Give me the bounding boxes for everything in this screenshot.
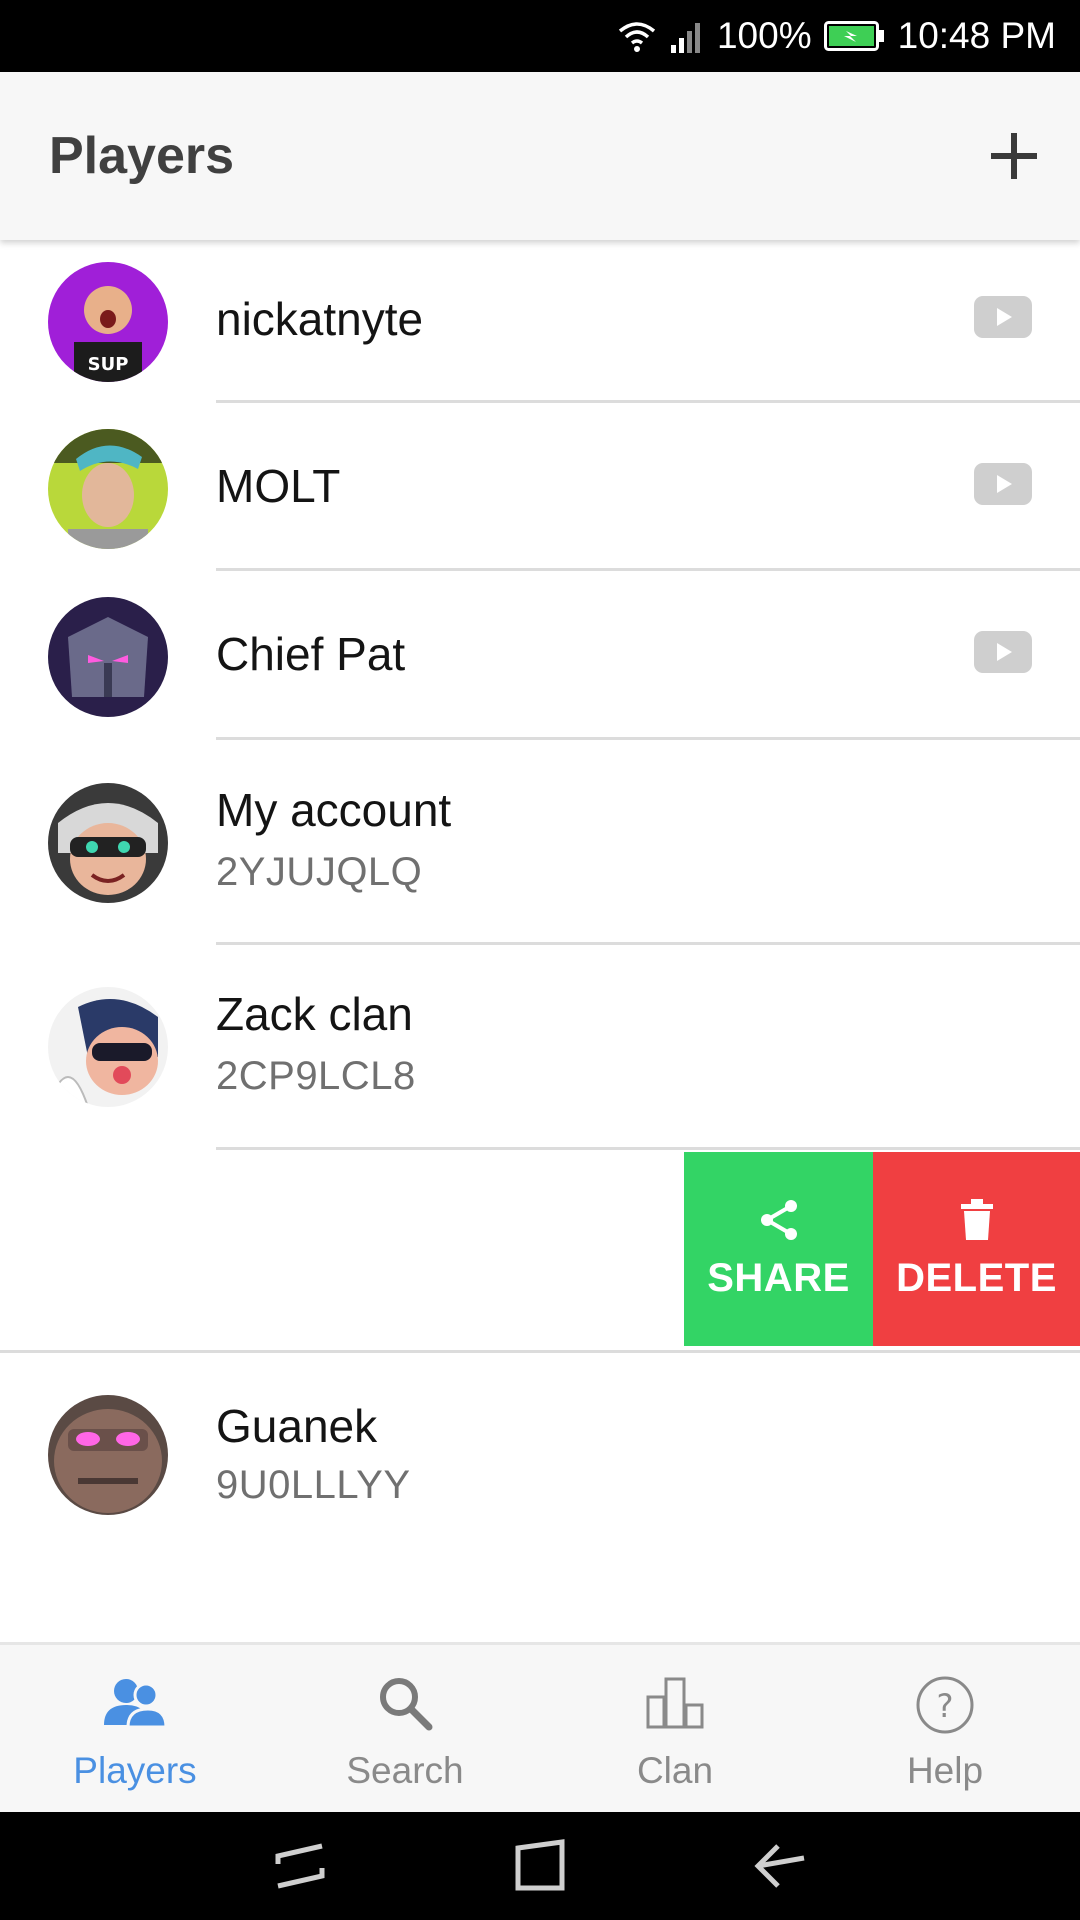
recent-apps-icon bbox=[275, 1843, 325, 1889]
tab-label: Search bbox=[346, 1750, 464, 1791]
svg-text:SUP: SUP bbox=[88, 354, 129, 375]
tab-clan[interactable]: Clan bbox=[540, 1645, 810, 1815]
app-bar: Players bbox=[0, 72, 1080, 240]
help-icon: ? bbox=[916, 1676, 974, 1734]
back-button[interactable] bbox=[750, 1838, 810, 1894]
player-name: nickatnyte bbox=[216, 293, 424, 345]
player-name: Guanek bbox=[216, 1400, 378, 1452]
page-title: Players bbox=[49, 127, 235, 185]
youtube-icon[interactable] bbox=[974, 463, 1032, 505]
signal-icon bbox=[669, 19, 705, 53]
tab-search[interactable]: Search bbox=[270, 1645, 540, 1815]
wifi-icon bbox=[617, 19, 657, 53]
battery-percent: 100% bbox=[716, 15, 812, 56]
add-player-button[interactable] bbox=[978, 120, 1050, 192]
battery-icon bbox=[823, 21, 886, 51]
tab-players[interactable]: Players bbox=[0, 1645, 270, 1815]
player-name: MOLT bbox=[216, 460, 341, 512]
back-arrow-icon bbox=[754, 1844, 805, 1888]
home-button[interactable] bbox=[510, 1838, 570, 1894]
youtube-icon[interactable] bbox=[974, 631, 1032, 673]
tab-label: Players bbox=[73, 1750, 197, 1791]
svg-text:?: ? bbox=[937, 1687, 954, 1725]
youtube-icon[interactable] bbox=[974, 296, 1032, 338]
delete-label: DELETE bbox=[896, 1255, 1057, 1300]
avatar bbox=[48, 987, 168, 1107]
share-label: SHARE bbox=[707, 1255, 850, 1300]
search-icon bbox=[380, 1678, 433, 1731]
player-name: Zack clan bbox=[216, 988, 413, 1040]
status-bar: 100% 10:48 PM bbox=[0, 0, 1080, 72]
list-item[interactable]: Zack clan 2CP9LCL8 bbox=[0, 943, 1080, 1150]
player-name: My account bbox=[216, 784, 452, 836]
avatar bbox=[48, 429, 168, 549]
clan-icon bbox=[646, 1677, 704, 1729]
system-nav-bar bbox=[0, 1812, 1080, 1920]
divider bbox=[216, 1147, 1080, 1150]
avatar bbox=[48, 597, 168, 717]
player-tag: 2CP9LCL8 bbox=[216, 1054, 416, 1098]
list-item[interactable]: Chief Pat bbox=[0, 571, 1080, 740]
list-item[interactable]: SUP nickatnyte bbox=[0, 240, 1080, 403]
list-item[interactable]: MOLT bbox=[0, 403, 1080, 571]
tab-label: Clan bbox=[636, 1750, 714, 1791]
avatar bbox=[48, 783, 168, 903]
swipe-actions: SHARE DELETE bbox=[684, 1152, 1080, 1346]
list-item[interactable]: My account 2YJUJQLQ bbox=[0, 739, 1080, 945]
bottom-nav: Players Search Clan ? Help bbox=[0, 1642, 1080, 1815]
player-tag: 2YJUJQLQ bbox=[216, 850, 423, 894]
delete-button[interactable]: DELETE bbox=[873, 1152, 1080, 1346]
home-icon bbox=[515, 1839, 565, 1891]
tab-help[interactable]: ? Help bbox=[810, 1645, 1080, 1815]
share-button[interactable]: SHARE bbox=[684, 1152, 873, 1346]
avatar bbox=[48, 1395, 168, 1515]
tab-label: Help bbox=[906, 1750, 984, 1791]
player-name: Chief Pat bbox=[216, 628, 406, 680]
share-icon bbox=[760, 1199, 797, 1240]
avatar: SUP bbox=[48, 262, 168, 382]
plus-icon bbox=[991, 133, 1037, 179]
clock: 10:48 PM bbox=[897, 15, 1056, 56]
players-icon bbox=[104, 1679, 168, 1729]
trash-icon bbox=[960, 1198, 993, 1240]
list-item[interactable]: Guanek 9U0LLLYY bbox=[0, 1353, 1080, 1559]
recent-apps-button[interactable] bbox=[270, 1838, 330, 1894]
player-tag: 9U0LLLYY bbox=[216, 1463, 411, 1507]
